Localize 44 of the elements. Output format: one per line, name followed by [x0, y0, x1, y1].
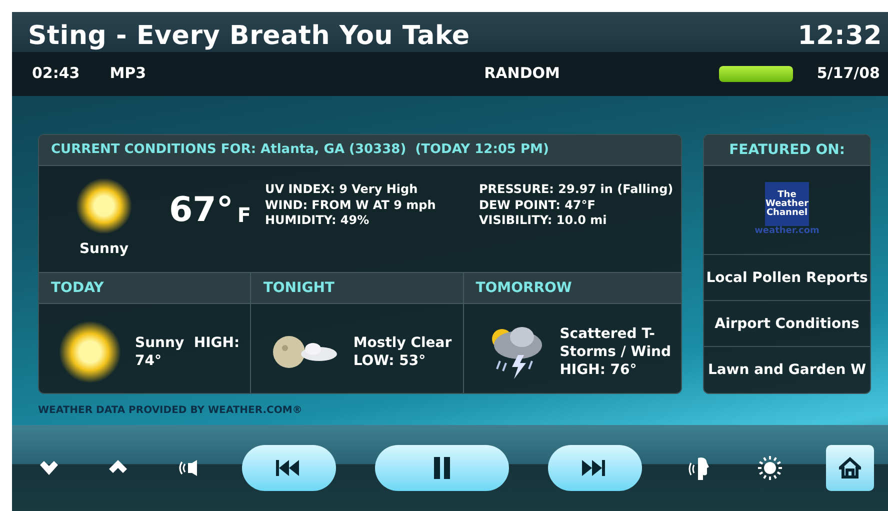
- forecast-heading: TOMORROW: [476, 278, 572, 298]
- forecast-text: Scattered T-: [560, 324, 656, 343]
- data-credit: WEATHER DATA PROVIDED BY WEATHER.COM®: [38, 404, 304, 417]
- featured-link[interactable]: Airport Conditions: [704, 300, 870, 346]
- forecast-text: LOW: 53°: [353, 352, 427, 370]
- previous-track-button[interactable]: [242, 445, 336, 491]
- next-track-button[interactable]: [548, 445, 642, 491]
- weather-detail: DEW POINT: 47°F: [479, 198, 596, 214]
- file-format: MP3: [110, 64, 146, 84]
- weather-detail: PRESSURE: 29.97 in (Falling): [479, 182, 674, 198]
- home-button[interactable]: [826, 445, 874, 491]
- temperature: 67°: [169, 189, 234, 232]
- date: 5/17/08: [816, 64, 880, 84]
- weather-detail: HUMIDITY: 49%: [265, 213, 370, 229]
- conditions-heading: CURRENT CONDITIONS FOR: Atlanta, GA (30338) (TODAY 12:05 PM): [51, 142, 549, 158]
- speaker-icon: [176, 457, 198, 479]
- forecast-text: Mostly Clear: [353, 334, 452, 352]
- forecast-text: HIGH: 76°: [560, 361, 638, 380]
- weather-detail: VISIBILITY: 10.0 mi: [479, 213, 608, 229]
- weather-channel-logo: The Weather Channel: [765, 182, 809, 226]
- song-title: Sting - Every Breath You Take: [28, 21, 470, 51]
- pause-button[interactable]: [375, 445, 509, 491]
- weather-detail: WIND: FROM W AT 9 mph: [265, 198, 437, 214]
- temperature-unit: F: [237, 202, 251, 228]
- condition-text: Sunny: [79, 240, 129, 258]
- home-icon: [839, 457, 861, 479]
- forecast-heading: TODAY: [51, 278, 104, 298]
- sun-icon: [59, 321, 121, 383]
- weather-detail: UV INDEX: 9 Very High: [265, 182, 419, 198]
- featured-heading: FEATURED ON:: [729, 140, 845, 160]
- forecast-heading: TONIGHT: [263, 278, 334, 298]
- featured-link[interactable]: Local Pollen Reports: [704, 254, 870, 300]
- previous-icon: [276, 460, 302, 476]
- play-mode: RANDOM: [484, 64, 560, 84]
- featured-link[interactable]: Lawn and Garden W: [704, 346, 870, 392]
- forecast-text: Sunny HIGH:: [135, 334, 240, 352]
- logo-site: weather.com: [754, 226, 820, 238]
- forecast-text: 74°: [135, 352, 162, 370]
- pause-icon: [434, 457, 450, 479]
- sun-icon: [76, 178, 132, 234]
- clock: 12:32: [798, 21, 882, 51]
- sun-outline-icon: [756, 455, 783, 481]
- elapsed-time: 02:43: [32, 64, 80, 84]
- forecast-text: Storms / Wind: [560, 342, 671, 362]
